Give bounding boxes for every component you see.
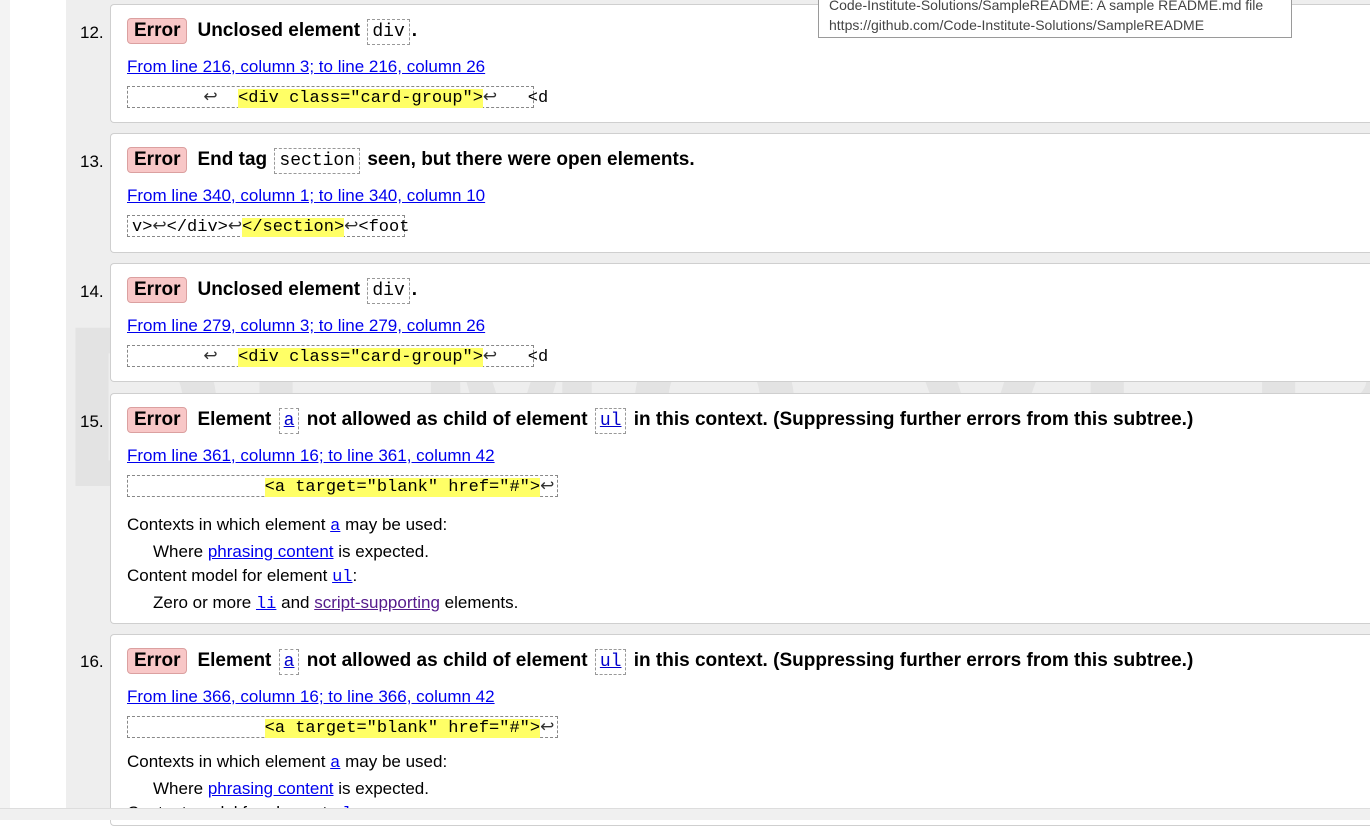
contexts-label: Contexts in which element a may be used: (127, 752, 448, 773)
return-icon: ↩ (482, 348, 498, 367)
error-badge: Error (127, 147, 188, 173)
element-link[interactable]: ul (332, 568, 352, 587)
location-link[interactable]: From line 340, column 1; to line 340, co… (127, 186, 485, 206)
location-link[interactable]: From line 366, column 16; to line 366, c… (127, 687, 495, 707)
source-extract: v>↩</div>↩</section>↩<foot (127, 215, 409, 237)
message-number: 16. (80, 652, 104, 671)
message-number: 15. (80, 412, 104, 431)
return-icon: ↩ (152, 218, 167, 237)
element-code: section (274, 148, 361, 174)
element-code-link[interactable]: a (278, 408, 300, 434)
element-code: div (367, 19, 410, 45)
message-number: 12. (80, 23, 104, 42)
highlighted-code: <div class="card-group"> (238, 348, 483, 367)
message-title: Error Unclosed element div. (127, 277, 417, 304)
link-tooltip: Code-Institute-Solutions/SampleREADME: A… (818, 0, 1292, 38)
message-card: Error Element a not allowed as child of e… (110, 634, 1370, 826)
contexts-where: Where phrasing content is expected. (153, 542, 429, 561)
script-supporting-link[interactable]: script-supporting (314, 593, 440, 612)
message-number: 14. (80, 282, 104, 301)
message-card: Error Unclosed element div. From line 279… (110, 263, 1370, 382)
message-item-16: 16. Error Element a not allowed as child … (66, 630, 1370, 826)
return-icon: ↩ (540, 719, 555, 738)
location-link[interactable]: From line 216, column 3; to line 216, co… (127, 57, 485, 77)
return-icon: ↩ (344, 218, 359, 237)
source-extract: <a target="blank" href="#">↩ (127, 475, 558, 497)
message-title: Error Unclosed element div. (127, 18, 417, 45)
element-link[interactable]: a (330, 517, 340, 536)
source-extract: ↩ <div class="card-group">↩ <d (127, 345, 548, 367)
element-code: div (367, 278, 410, 304)
content-model-value: Zero or more li and script-supporting el… (153, 593, 519, 614)
message-card: Error Element a not allowed as child of e… (110, 393, 1370, 624)
error-badge: Error (127, 648, 188, 674)
location-link[interactable]: From line 279, column 3; to line 279, co… (127, 316, 485, 336)
message-title: Error Element a not allowed as child of e… (127, 407, 1193, 434)
phrasing-content-link[interactable]: phrasing content (208, 542, 334, 561)
return-icon: ↩ (203, 348, 218, 367)
horizontal-scrollbar[interactable] (0, 808, 1370, 820)
message-item-14: 14. Error Unclosed element div. From line… (66, 258, 1370, 388)
tooltip-title: Code-Institute-Solutions/SampleREADME: A… (829, 0, 1264, 13)
element-code-link[interactable]: ul (594, 649, 627, 675)
error-badge: Error (127, 277, 188, 303)
element-code-link[interactable]: ul (594, 408, 627, 434)
location-link[interactable]: From line 361, column 16; to line 361, c… (127, 446, 495, 466)
return-icon: ↩ (482, 89, 498, 108)
message-number: 13. (80, 152, 104, 171)
phrasing-content-link[interactable]: phrasing content (208, 779, 334, 798)
page-gutter (10, 0, 66, 819)
return-icon: ↩ (203, 89, 218, 108)
content-model-label: Content model for element ul: (127, 566, 358, 587)
element-code-link[interactable]: a (278, 649, 300, 675)
highlighted-code: <a target="blank" href="#"> (264, 719, 541, 738)
tooltip-url: https://github.com/Code-Institute-Soluti… (829, 17, 1205, 33)
return-icon: ↩ (540, 478, 555, 497)
message-title: Error End tag section seen, but there wer… (127, 147, 695, 174)
message-item-13: 13. Error End tag section seen, but there… (66, 128, 1370, 258)
error-badge: Error (127, 18, 188, 44)
highlighted-code: <div class="card-group"> (238, 89, 483, 108)
element-link[interactable]: a (330, 754, 340, 773)
return-icon: ↩ (227, 218, 243, 237)
contexts-where: Where phrasing content is expected. (153, 779, 429, 798)
highlighted-code: </section> (242, 218, 345, 237)
error-badge: Error (127, 407, 188, 433)
li-element-link[interactable]: li (256, 595, 276, 614)
message-title: Error Element a not allowed as child of e… (127, 648, 1193, 675)
message-item-15: 15. Error Element a not allowed as child … (66, 388, 1370, 630)
message-card: Error End tag section seen, but there wer… (110, 133, 1370, 253)
source-extract: <a target="blank" href="#">↩ (127, 716, 558, 738)
source-extract: ↩ <div class="card-group">↩ <d (127, 86, 548, 108)
contexts-label: Contexts in which element a may be used: (127, 515, 448, 536)
highlighted-code: <a target="blank" href="#"> (264, 478, 541, 497)
